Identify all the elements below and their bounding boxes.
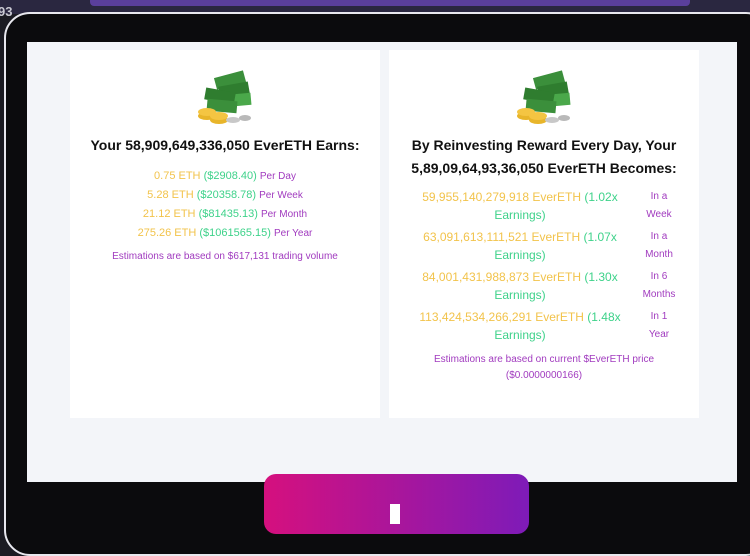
- earnings-card: Your 58,909,649,336,050 EverETH Earns: 0…: [70, 50, 380, 418]
- reinvest-multiplier: (1.48x: [587, 310, 621, 324]
- earning-row: 21.12 ETH ($81435.13) Per Month: [70, 205, 380, 224]
- button-glyph: [390, 504, 400, 524]
- reinvest-earnings: Earnings): [494, 288, 546, 302]
- reinvest-multiplier: (1.02x: [584, 190, 618, 204]
- reinvest-card: By Reinvesting Reward Every Day, Your 5,…: [389, 50, 699, 418]
- period-label: Per Month: [260, 209, 308, 220]
- top-accent-bar: [90, 0, 690, 6]
- reinvest-value: 113,424,534,266,291 EverETH (1.48x Earni…: [411, 308, 629, 344]
- reinvest-amount: 84,001,431,988,873 EverETH: [422, 270, 582, 284]
- reinvest-row: 63,091,613,111,521 EverETH (1.07x Earnin…: [389, 228, 699, 264]
- reinvest-earnings: Earnings): [494, 328, 546, 342]
- reinvest-row: 59,955,140,279,918 EverETH (1.02x Earnin…: [389, 188, 699, 224]
- reinvest-multiplier: (1.07x: [583, 230, 617, 244]
- reinvest-list: 59,955,140,279,918 EverETH (1.02x Earnin…: [389, 188, 699, 344]
- eth-amount: 21.12 ETH: [142, 208, 196, 220]
- reinvest-row: 113,424,534,266,291 EverETH (1.48x Earni…: [389, 308, 699, 344]
- earning-row: 275.26 ETH ($1061565.15) Per Year: [70, 224, 380, 243]
- reinvest-row: 84,001,431,988,873 EverETH (1.30x Earnin…: [389, 268, 699, 304]
- reinvest-multiplier: (1.30x: [584, 270, 618, 284]
- reinvest-note: Estimations are based on current $EverET…: [433, 354, 655, 381]
- reinvest-period: In a Month: [645, 231, 673, 260]
- period-label: Per Year: [274, 228, 313, 239]
- usd-amount: ($2908.40): [203, 170, 257, 182]
- rewards-panel: Your 58,909,649,336,050 EverETH Earns: 0…: [27, 42, 737, 482]
- usd-amount: ($20358.78): [196, 189, 257, 201]
- earning-row: 0.75 ETH ($2908.40) Per Day: [70, 167, 380, 186]
- reinvest-value: 84,001,431,988,873 EverETH (1.30x Earnin…: [411, 268, 629, 304]
- eth-amount: 5.28 ETH: [147, 189, 194, 201]
- reinvest-period: In 1 Year: [648, 311, 670, 340]
- reinvest-amount: 59,955,140,279,918 EverETH: [422, 190, 582, 204]
- eth-amount: 0.75 ETH: [154, 170, 201, 182]
- earnings-title: Your 58,909,649,336,050 EverETH Earns:: [90, 137, 360, 153]
- eth-amount: 275.26 ETH: [137, 227, 197, 239]
- reinvest-value: 63,091,613,111,521 EverETH (1.07x Earnin…: [411, 228, 629, 264]
- earnings-note: Estimations are based on $617,131 tradin…: [112, 251, 338, 262]
- reinvest-value: 59,955,140,279,918 EverETH (1.02x Earnin…: [411, 188, 629, 224]
- period-label: Per Day: [259, 171, 296, 182]
- reinvest-earnings: Earnings): [494, 208, 546, 222]
- money-stack-icon: [190, 60, 260, 130]
- earning-row: 5.28 ETH ($20358.78) Per Week: [70, 186, 380, 205]
- reinvest-earnings: Earnings): [494, 248, 546, 262]
- reinvest-amount: 113,424,534,266,291 EverETH: [419, 310, 584, 324]
- earnings-list: 0.75 ETH ($2908.40) Per Day 5.28 ETH ($2…: [70, 167, 380, 243]
- reinvest-amount: 63,091,613,111,521 EverETH: [423, 230, 581, 244]
- reinvest-period: In 6 Months: [642, 271, 676, 300]
- money-stack-icon: [509, 60, 579, 130]
- reinvest-period: In a Week: [646, 191, 672, 220]
- reinvest-title: By Reinvesting Reward Every Day, Your 5,…: [411, 137, 677, 176]
- usd-amount: ($1061565.15): [199, 227, 271, 239]
- corner-label: 93: [0, 4, 13, 19]
- usd-amount: ($81435.13): [198, 208, 258, 220]
- period-label: Per Week: [259, 190, 303, 201]
- action-button[interactable]: [264, 474, 529, 534]
